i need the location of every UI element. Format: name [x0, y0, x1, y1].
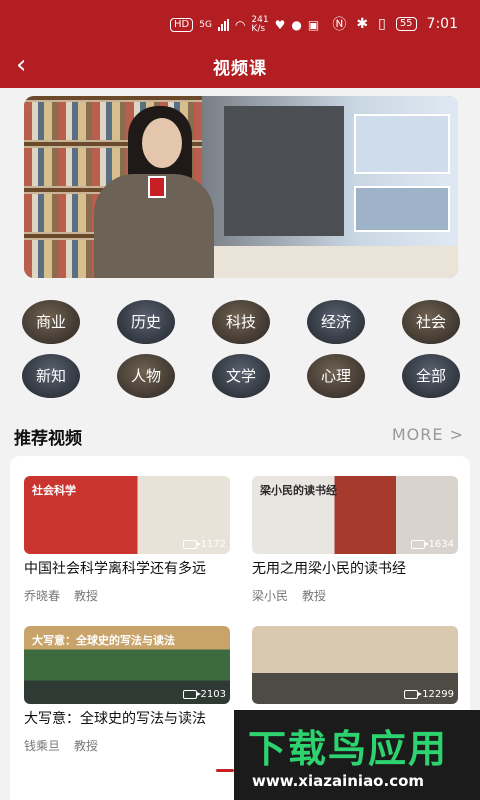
duration-value: 1634 — [428, 539, 454, 550]
video-thumbnail[interactable]: 梁小民的读书经 1634 — [252, 476, 458, 554]
duration-value: 2103 — [200, 689, 226, 700]
duration-value: 1172 — [200, 539, 226, 550]
video-thumbnail[interactable]: 大写意：全球史的写法与读法 2103 — [24, 626, 230, 704]
speaker-head — [142, 118, 182, 168]
nav-bar: ‹ 视频课 — [0, 44, 480, 88]
signal-icon — [217, 19, 229, 31]
category-people[interactable]: 人物 — [117, 354, 175, 398]
nfc-icon: Ⓝ — [332, 17, 347, 33]
screen-photo — [354, 114, 450, 174]
video-meta: 乔晓春 教授 — [24, 587, 230, 604]
more-link[interactable]: MORE > — [392, 425, 464, 444]
page-title: 视频课 — [213, 59, 267, 79]
bluetooth-icon: ✱ — [356, 16, 369, 32]
page-indicator — [216, 769, 234, 772]
network-type: 5G — [199, 19, 212, 30]
microphone — [148, 176, 166, 198]
duration: 2103 — [182, 689, 226, 700]
category-all[interactable]: 全部 — [402, 354, 460, 398]
network-speed: 241 K/s — [251, 16, 268, 34]
category-business[interactable]: 商业 — [22, 300, 80, 344]
thumbnail-caption: 社会科学 — [32, 484, 76, 497]
video-meta: 梁小民 教授 — [252, 587, 458, 604]
duration: 1172 — [182, 539, 226, 550]
watermark-url: www.xiazainiao.com — [252, 772, 425, 790]
video-item[interactable]: 12299 — [252, 626, 458, 709]
author-name: 钱乘旦 — [24, 739, 61, 753]
author-name: 乔晓春 — [24, 589, 61, 603]
banner-image[interactable] — [24, 96, 458, 278]
clock: 7:01 — [426, 16, 458, 32]
author-name: 梁小民 — [252, 589, 289, 603]
chat-icon: ● — [291, 18, 302, 32]
category-economy[interactable]: 经济 — [307, 300, 365, 344]
vibrate-icon: ▯ — [378, 16, 386, 32]
battery-icon: 55 — [395, 17, 417, 31]
network-speed-unit: K/s — [251, 24, 266, 34]
wifi-icon: ◠ — [234, 18, 246, 32]
video-camera-icon — [182, 690, 201, 699]
video-thumbnail[interactable]: 社会科学 1172 — [24, 476, 230, 554]
author-role: 教授 — [74, 739, 99, 753]
section-title: 推荐视频 — [14, 429, 82, 449]
thumbnail-caption: 大写意：全球史的写法与读法 — [32, 634, 175, 647]
category-technology[interactable]: 科技 — [212, 300, 270, 344]
heart-icon: ♥ — [274, 18, 286, 32]
video-item[interactable]: 梁小民的读书经 1634 无用之用梁小民的读书经 梁小民 教授 — [252, 476, 458, 604]
video-thumbnail[interactable]: 12299 — [252, 626, 458, 704]
status-left: HD 5G ◠ 241 K/s ♥ ● ▣ — [170, 16, 319, 34]
video-title[interactable]: 大写意：全球史的写法与读法 — [24, 709, 230, 729]
thumbnail-caption: 梁小民的读书经 — [260, 484, 337, 497]
watermark-logo: 下载鸟应用 www.xiazainiao.com — [234, 710, 480, 800]
screen-photo — [224, 106, 344, 236]
category-society[interactable]: 社会 — [402, 300, 460, 344]
hd-badge: HD — [170, 18, 194, 32]
video-camera-icon — [404, 690, 423, 699]
author-role: 教授 — [302, 589, 327, 603]
watermark-main-text: 下载鸟应用 — [248, 727, 449, 771]
video-camera-icon — [182, 540, 201, 549]
video-item[interactable]: 社会科学 1172 中国社会科学离科学还有多远 乔晓春 教授 — [24, 476, 230, 604]
category-new-knowledge[interactable]: 新知 — [22, 354, 80, 398]
floor — [202, 246, 458, 278]
category-literature[interactable]: 文学 — [212, 354, 270, 398]
category-history[interactable]: 历史 — [117, 300, 175, 344]
category-psychology[interactable]: 心理 — [307, 354, 365, 398]
status-bar: HD 5G ◠ 241 K/s ♥ ● ▣ Ⓝ ✱ ▯ 55 7:01 — [0, 0, 480, 44]
duration-value: 12299 — [422, 689, 454, 700]
status-right: Ⓝ ✱ ▯ 55 7:01 — [332, 14, 458, 34]
author-role: 教授 — [74, 589, 99, 603]
duration: 1634 — [410, 539, 454, 550]
message-icon: ▣ — [307, 18, 320, 32]
video-title[interactable]: 中国社会科学离科学还有多远 — [24, 559, 230, 579]
duration: 12299 — [404, 689, 454, 700]
video-camera-icon — [410, 540, 429, 549]
video-meta: 钱乘旦 教授 — [24, 737, 230, 754]
video-title[interactable]: 无用之用梁小民的读书经 — [252, 559, 458, 579]
video-item[interactable]: 大写意：全球史的写法与读法 2103 大写意：全球史的写法与读法 钱乘旦 教授 — [24, 626, 230, 754]
screen-photo — [354, 186, 450, 232]
